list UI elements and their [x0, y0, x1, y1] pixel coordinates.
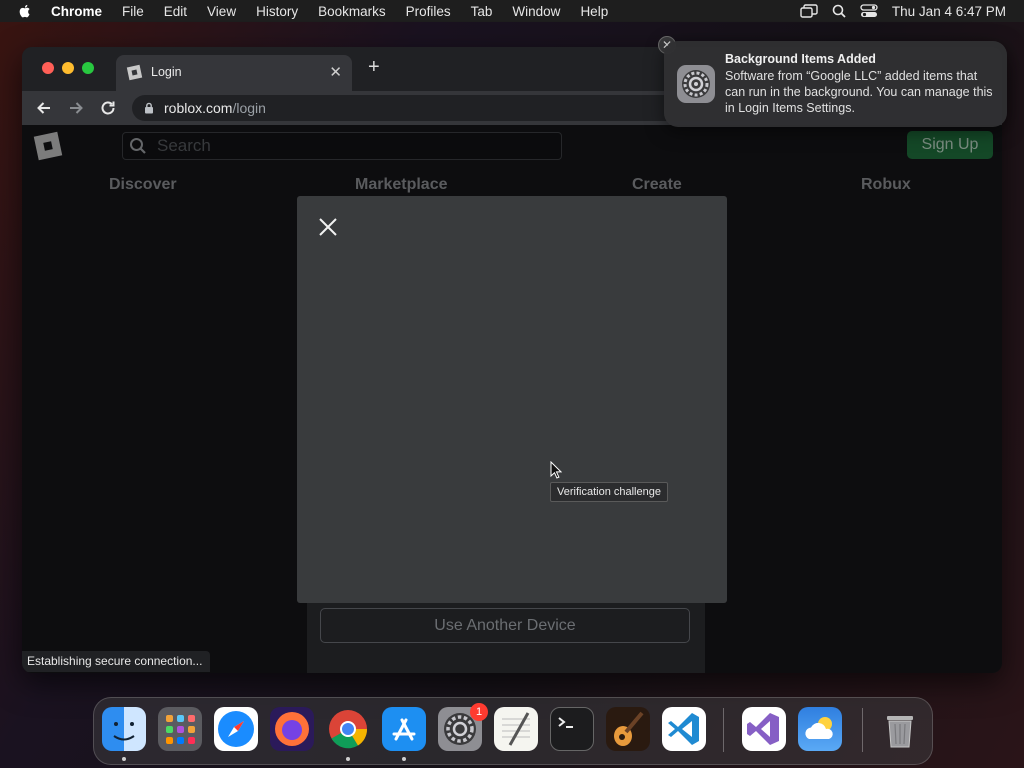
verification-modal: Verification challenge — [297, 196, 727, 603]
cloud-sun-icon — [805, 717, 833, 739]
menu-help[interactable]: Help — [580, 4, 608, 19]
firefox-globe-icon — [275, 712, 309, 746]
vscode-logo-icon — [668, 713, 699, 745]
safari-compass-icon — [218, 711, 254, 747]
screen-mirroring-icon[interactable] — [800, 4, 818, 18]
visual-studio-icon[interactable] — [742, 707, 786, 751]
menu-profiles[interactable]: Profiles — [406, 4, 451, 19]
finder-icon[interactable] — [102, 707, 146, 751]
menu-bookmarks[interactable]: Bookmarks — [318, 4, 386, 19]
weather-icon[interactable] — [798, 707, 842, 751]
firefox-icon[interactable] — [270, 707, 314, 751]
apple-icon[interactable] — [17, 3, 33, 19]
menu-tab[interactable]: Tab — [471, 4, 493, 19]
textedit-pen-icon — [502, 712, 530, 746]
new-tab-button[interactable]: + — [368, 57, 380, 77]
launchpad-icon[interactable] — [158, 707, 202, 751]
address-url[interactable]: roblox.com/login — [164, 100, 266, 116]
guitar-icon — [614, 711, 644, 746]
forward-arrow-icon[interactable] — [66, 98, 86, 118]
dock-separator — [723, 708, 724, 752]
dock: 1 — [93, 697, 933, 765]
window-zoom-button[interactable] — [82, 62, 94, 74]
tab-title: Login — [151, 65, 182, 79]
url-host: roblox.com — [164, 100, 233, 116]
launchpad-grid-icon — [166, 715, 195, 744]
dock-separator-trash — [862, 708, 863, 752]
menu-view[interactable]: View — [207, 4, 236, 19]
notification-body: Software from “Google LLC” added items t… — [725, 69, 993, 115]
use-another-device-button[interactable]: Use Another Device — [320, 608, 690, 643]
terminal-prompt-icon — [558, 717, 573, 728]
back-arrow-icon[interactable] — [34, 98, 54, 118]
chrome-logo-icon — [329, 710, 368, 749]
garageband-icon[interactable] — [606, 707, 650, 751]
menu-bar: Chrome File Edit View History Bookmarks … — [0, 0, 1024, 22]
login-panel: Use Another Device — [307, 603, 705, 673]
settings-notification-badge: 1 — [470, 703, 488, 721]
app-store-icon[interactable] — [382, 707, 426, 751]
menu-file[interactable]: File — [122, 4, 144, 19]
app-store-running-indicator — [402, 757, 406, 761]
reload-icon[interactable] — [98, 98, 118, 118]
trash-icon[interactable] — [878, 707, 922, 751]
url-path: /login — [232, 100, 266, 116]
web-page: Sign Up Discover Marketplace Create Robu… — [22, 125, 1002, 673]
browser-window: Login ✕ + roblox.com/login Search Sign U… — [22, 47, 1002, 673]
notification-title: Background Items Added — [725, 52, 876, 66]
close-icon[interactable] — [317, 216, 339, 238]
textedit-icon[interactable] — [494, 707, 538, 751]
menubar-clock[interactable]: Thu Jan 4 6:47 PM — [892, 4, 1006, 19]
vscode-icon[interactable] — [662, 707, 706, 751]
address-bar[interactable]: roblox.com/login — [132, 95, 752, 121]
app-store-a-icon — [392, 718, 416, 741]
finder-face-icon — [113, 722, 135, 741]
menu-history[interactable]: History — [256, 4, 298, 19]
tab-login[interactable]: Login ✕ — [116, 55, 352, 91]
chrome-running-indicator — [346, 757, 350, 761]
status-bar: Establishing secure connection... — [22, 651, 211, 672]
lock-icon[interactable] — [144, 102, 154, 114]
chrome-icon[interactable] — [326, 707, 370, 751]
background-items-notification[interactable]: Background Items Added Software from “Go… — [664, 41, 1007, 127]
finder-running-indicator — [122, 757, 126, 761]
verification-tooltip: Verification challenge — [550, 482, 668, 502]
visual-studio-logo-icon — [747, 713, 779, 745]
control-center-icon[interactable] — [860, 4, 878, 18]
terminal-icon[interactable] — [550, 707, 594, 751]
mouse-cursor-icon — [550, 461, 562, 479]
window-minimize-button[interactable] — [62, 62, 74, 74]
trash-can-icon — [887, 716, 913, 748]
safari-icon[interactable] — [214, 707, 258, 751]
spotlight-search-icon[interactable] — [832, 4, 846, 18]
menu-edit[interactable]: Edit — [164, 4, 187, 19]
menu-app-name[interactable]: Chrome — [51, 4, 102, 19]
window-close-button[interactable] — [42, 62, 54, 74]
roblox-favicon-icon — [126, 64, 143, 81]
system-settings-gear-icon — [677, 65, 715, 103]
menu-window[interactable]: Window — [512, 4, 560, 19]
tab-close-icon[interactable]: ✕ — [329, 63, 342, 81]
